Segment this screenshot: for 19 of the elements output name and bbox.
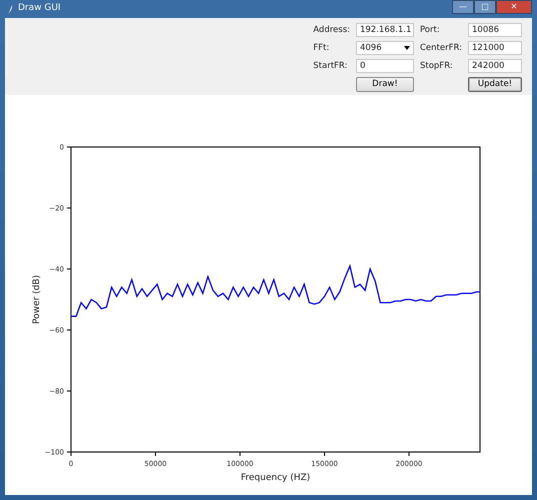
action-button[interactable]: Update! (468, 77, 522, 92)
input-field[interactable]: 10086 (468, 23, 522, 37)
input-field[interactable]: 192.168.1.1 (356, 23, 414, 37)
y-axis-label: Power (dB) (32, 275, 42, 324)
field-label: FFt: (313, 42, 330, 54)
x-axis-label: Frequency (HZ) (240, 473, 310, 483)
close-button[interactable]: ✕ (496, 0, 532, 14)
field-label: Address: (313, 24, 350, 36)
dropdown[interactable]: 4096 (356, 41, 414, 55)
window-title: Draw GUI (18, 2, 61, 16)
action-button[interactable]: Draw! (356, 77, 414, 92)
field-label: CenterFR: (420, 42, 462, 54)
input-field[interactable]: 121000 (468, 41, 522, 55)
field-label: StopFR: (420, 60, 454, 72)
field-label: Port: (420, 24, 441, 36)
field-label: StartFR: (313, 60, 348, 72)
input-field[interactable]: 242000 (468, 59, 522, 73)
feather-icon (7, 4, 13, 14)
input-field[interactable]: 0 (356, 59, 414, 73)
